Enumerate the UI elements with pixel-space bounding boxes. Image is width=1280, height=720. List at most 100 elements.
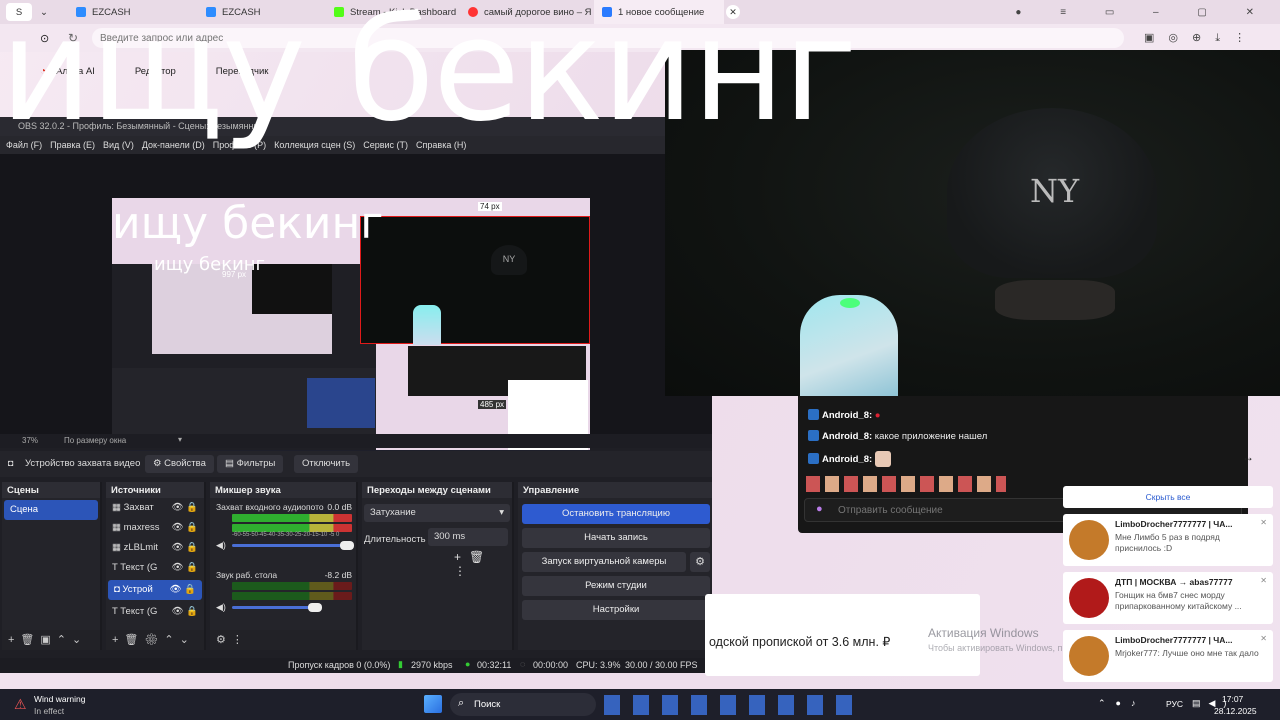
tab-list-icon[interactable]: ⌄ [32, 0, 52, 24]
slider-handle[interactable] [340, 541, 354, 550]
taskbar-apps[interactable] [604, 695, 864, 715]
search-icon: ⌕ [458, 697, 465, 709]
zoom-value[interactable]: 37% [22, 436, 38, 445]
tab-ezcash-1[interactable]: EZCASH [68, 0, 198, 24]
alice-icon[interactable]: ◔ [40, 66, 46, 77]
close-icon[interactable]: ✕ [1260, 518, 1267, 527]
tab-label: EZCASH [222, 6, 261, 18]
emote-icon [874, 451, 891, 467]
zoom-mode[interactable]: По размеру окна [64, 436, 126, 445]
disable-button[interactable]: Отключить [294, 455, 359, 473]
sources-toolbar[interactable]: +🗑⚙⌃⌄ [106, 630, 204, 650]
volume-slider[interactable] [232, 603, 322, 612]
tab-s[interactable]: S [6, 3, 32, 21]
eye-lock-icons[interactable]: 👁 🔒 [171, 522, 198, 533]
taskbar-search[interactable]: ⌕ Поиск [450, 693, 596, 716]
speaker-icon[interactable]: ◀) [216, 540, 226, 551]
source-item[interactable]: T Текст (G 👁 🔒 [106, 602, 204, 622]
transform-size-label: 74 px [478, 202, 502, 211]
properties-button[interactable]: ⚙ Свойства [145, 455, 214, 473]
close-tab-icon[interactable]: ✕ [726, 5, 740, 19]
mixer-toolbar[interactable]: ⚙⋮ [210, 630, 356, 650]
tab-ezcash-2[interactable]: EZCASH [198, 0, 326, 24]
browser-toolbar-icons[interactable]: ▣◎⊕⤓⋮ [1144, 31, 1259, 45]
home-icon[interactable]: ⊙ [40, 32, 49, 45]
source-item-selected[interactable]: ◘ Устрой 👁 🔒 [108, 580, 202, 600]
chevron-down-icon[interactable]: ▾ [178, 435, 182, 444]
browser-tab-bar: S ⌄ EZCASH EZCASH Stream - Kick Dashboar… [0, 0, 1280, 24]
settings-button[interactable]: Настройки [522, 600, 710, 620]
audio-meter [232, 524, 352, 532]
stop-stream-button[interactable]: Остановить трансляцию [522, 504, 710, 524]
menu-profile[interactable]: Профиль (P) [213, 140, 266, 150]
kick-badge-icon [808, 430, 819, 441]
menu-scene-collection[interactable]: Коллекция сцен (S) [274, 140, 355, 150]
bookmark-editor[interactable]: Редактор [135, 66, 176, 77]
close-icon[interactable]: ✕ [1260, 576, 1267, 585]
hide-all-button[interactable]: Скрыть все [1063, 486, 1273, 508]
menu-tools[interactable]: Сервис (T) [363, 140, 408, 150]
bookmark-translator[interactable]: Переводчик [216, 66, 269, 77]
ezcash-icon [76, 7, 86, 17]
obs-canvas[interactable]: NY 74 px 485 px 997 px ищу бекинг ищу бе… [112, 198, 590, 466]
eye-lock-icons[interactable]: 👁 🔒 [171, 606, 198, 617]
speaker-light [840, 298, 860, 308]
source-item[interactable]: T Текст (G 👁 🔒 [106, 558, 204, 578]
clock-time[interactable]: 17:07 [1222, 694, 1243, 704]
weather-title[interactable]: Wind warning [34, 694, 86, 704]
slider-handle[interactable] [308, 603, 322, 612]
reload-icon[interactable]: ↻ [68, 31, 78, 45]
chat-input[interactable] [808, 499, 1058, 521]
clock-date[interactable]: 28.12.2025 [1214, 706, 1257, 716]
tab-messages[interactable]: 1 новое сообщение [594, 0, 724, 24]
language-indicator[interactable]: РУС [1166, 699, 1183, 709]
eye-lock-icons[interactable]: 👁 🔒 [169, 584, 196, 595]
studio-mode-button[interactable]: Режим студии [522, 576, 710, 596]
scene-item[interactable]: Сцена [4, 500, 98, 520]
bookmark-alice[interactable]: Алиса AI [56, 66, 95, 77]
notification-card[interactable]: ДТП | МОСКВА → abas77777 Гонщик на бмв7 … [1063, 572, 1273, 624]
tab-yandex-search[interactable]: самый дорогое вино – Я [460, 0, 594, 24]
tab-kick-dashboard[interactable]: Stream - Kick Dashboard [326, 0, 460, 24]
eye-lock-icons[interactable]: 👁 🔒 [171, 562, 198, 573]
transition-select[interactable]: Затухание ▾ [364, 504, 510, 522]
start-record-button[interactable]: Начать запись [522, 528, 710, 548]
notification-title: ДТП | МОСКВА → abas77777 [1115, 577, 1233, 587]
add-transition-icon[interactable]: +🗑⋮ [454, 550, 512, 578]
scenes-toolbar[interactable]: +🗑▣⌃⌄ [2, 630, 100, 650]
eye-lock-icons[interactable]: 👁 🔒 [171, 502, 198, 513]
virtual-cam-button[interactable]: Запуск виртуальной камеры [522, 552, 686, 572]
sources-header: Источники [106, 482, 204, 498]
speaker-icon[interactable]: ◀) [216, 602, 226, 613]
virtual-cam-settings-icon[interactable]: ⚙ [690, 552, 710, 572]
chat-user[interactable]: Android_8: [822, 454, 872, 465]
menu-docks[interactable]: Док-панели (D) [142, 140, 205, 150]
source-item[interactable]: ▦ Захват 👁 🔒 [106, 498, 204, 518]
menu-edit[interactable]: Правка (E) [50, 140, 95, 150]
stream-time: 00:32:11 [477, 660, 512, 670]
filters-button[interactable]: ▤ Фильтры [217, 455, 284, 473]
chevron-down-icon: ▾ [499, 507, 504, 518]
tray-icons[interactable]: ⌃●♪ [1098, 698, 1145, 709]
notification-card[interactable]: LimboDrocher7777777 | ЧА... Мне Лимбо 5 … [1063, 514, 1273, 566]
menu-help[interactable]: Справка (H) [416, 140, 466, 150]
selected-webcam-source[interactable]: NY [360, 216, 590, 345]
chat-user[interactable]: Android_8: [822, 410, 872, 421]
mixer-channel-2: Звук раб. стола -8.2 dB ◀) [214, 568, 354, 618]
start-icon[interactable] [424, 695, 442, 713]
controls-header: Управление [518, 482, 712, 498]
filter-icon: ▤ [225, 458, 237, 469]
duration-spinbox[interactable]: 300 ms [428, 528, 508, 546]
menu-file[interactable]: Файл (F) [6, 140, 42, 150]
eye-lock-icons[interactable]: 👁 🔒 [171, 542, 198, 553]
emote-bar[interactable] [806, 476, 1006, 492]
source-item[interactable]: ▦ maxress 👁 🔒 [106, 518, 204, 538]
volume-slider[interactable] [232, 541, 354, 550]
address-input[interactable] [92, 28, 1124, 48]
notification-card[interactable]: LimboDrocher7777777 | ЧА... Mrjoker777: … [1063, 630, 1273, 682]
menu-view[interactable]: Вид (V) [103, 140, 134, 150]
chat-user[interactable]: Android_8: [822, 431, 872, 442]
source-item[interactable]: ▦ zLBLmit 👁 🔒 [106, 538, 204, 558]
kick-badge-icon [808, 453, 819, 464]
close-icon[interactable]: ✕ [1260, 634, 1267, 643]
